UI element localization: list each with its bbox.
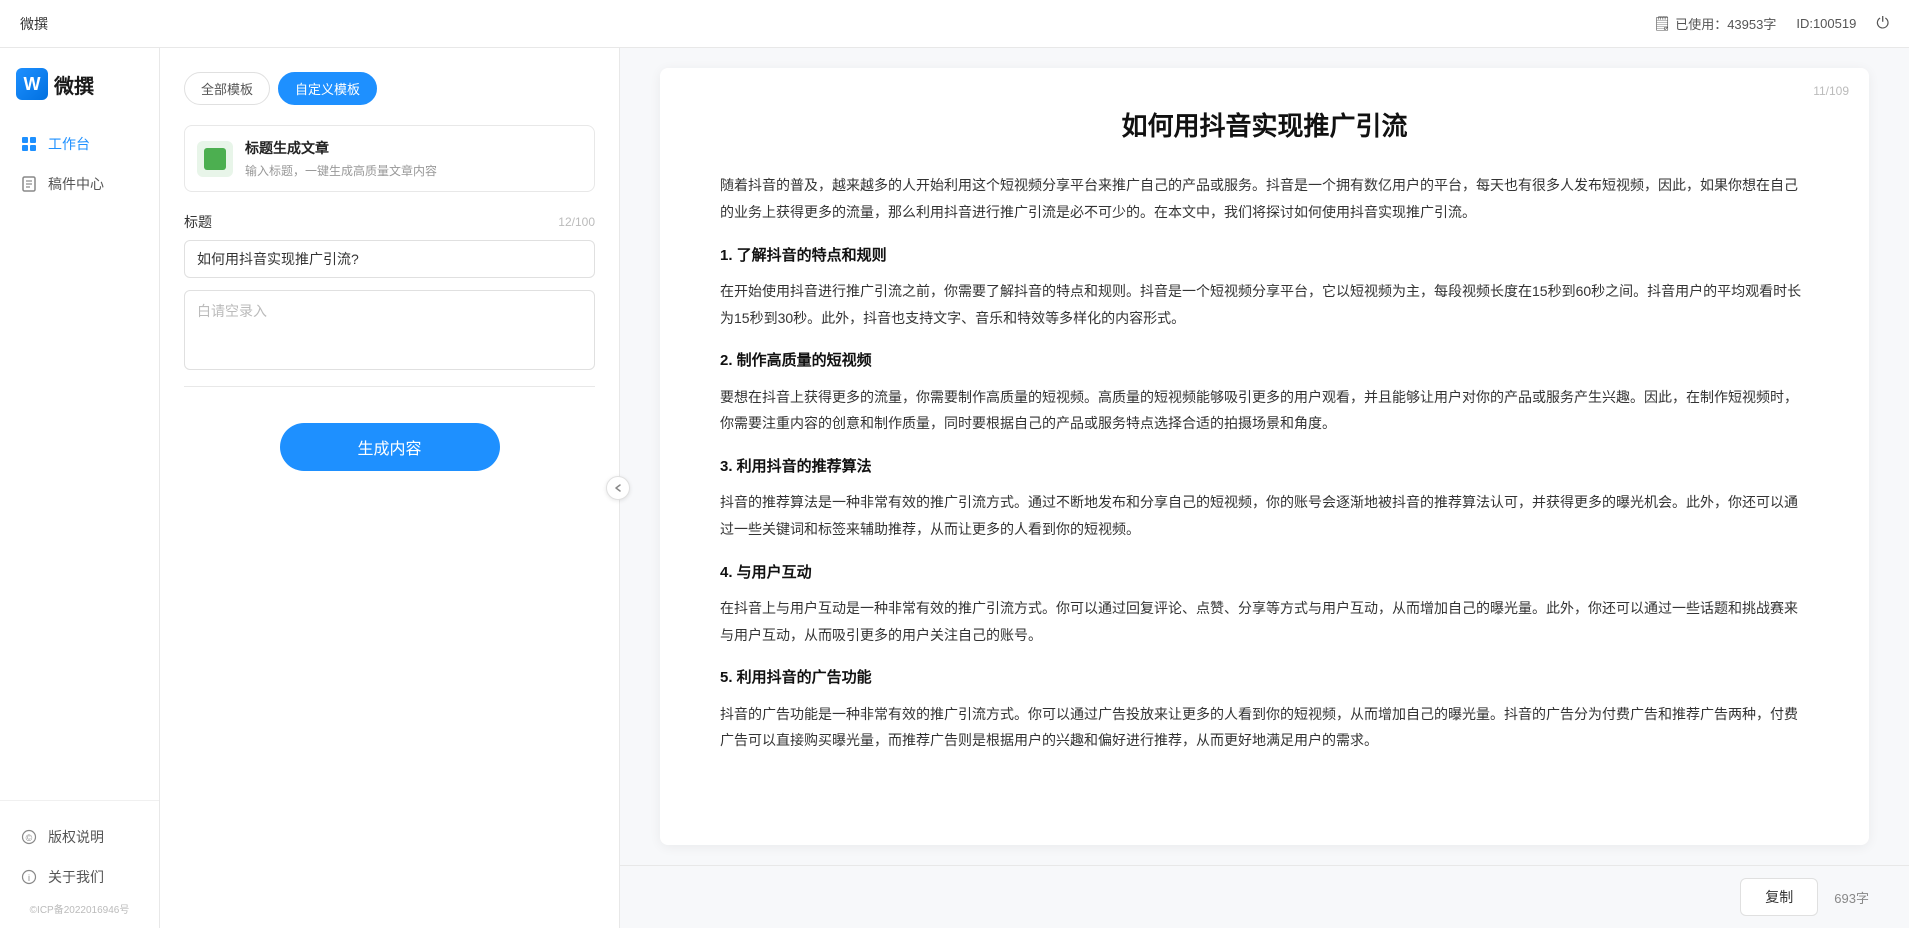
section-para-3: 抖音的推荐算法是一种非常有效的推广引流方式。通过不断地发布和分享自己的短视频，你… [720, 489, 1809, 542]
workbench-icon [20, 135, 38, 153]
title-input[interactable] [184, 240, 595, 278]
icp-text: ©ICP备2022016946号 [0, 897, 159, 920]
left-panel-footer: 生成内容 [184, 423, 595, 471]
template-card[interactable]: 标题生成文章 输入标题，一键生成高质量文章内容 [184, 125, 595, 192]
power-icon[interactable]: ⏻ [1876, 15, 1889, 33]
article-title: 如何用抖音实现推广引流 [720, 108, 1809, 144]
sidebar-nav: 工作台 稿件中心 [0, 116, 159, 800]
usage-label: 已使用：43953字 [1675, 14, 1776, 33]
left-panel: 全部模板 自定义模板 标题生成文章 输入标题，一键生成高质量文章内容 标题 12… [160, 48, 620, 928]
drafts-icon [20, 175, 38, 193]
about-label: 关于我们 [48, 867, 104, 887]
panel-divider [184, 386, 595, 387]
template-info: 标题生成文章 输入标题，一键生成高质量文章内容 [245, 138, 582, 179]
about-icon: i [20, 868, 38, 886]
word-count: 693字 [1834, 888, 1869, 907]
svg-text:©: © [26, 833, 33, 843]
title-field-section: 标题 12/100 [184, 212, 595, 278]
workbench-label: 工作台 [48, 134, 90, 154]
drafts-label: 稿件中心 [48, 174, 104, 194]
section-heading-2: 2. 制作高质量的短视频 [720, 347, 1809, 376]
section-heading-4: 4. 与用户互动 [720, 559, 1809, 588]
logo-text: 微撰 [54, 70, 94, 99]
id-label: ID:100519 [1796, 16, 1856, 31]
svg-text:i: i [28, 873, 30, 883]
page-info: 11/109 [1813, 84, 1849, 98]
content-area: 全部模板 自定义模板 标题生成文章 输入标题，一键生成高质量文章内容 标题 12… [160, 48, 1909, 928]
template-name: 标题生成文章 [245, 138, 582, 158]
topbar-right: 🗒 已使用：43953字 ID:100519 ⏻ [1653, 14, 1889, 33]
section-para-1: 在开始使用抖音进行推广引流之前，你需要了解抖音的特点和规则。抖音是一个短视频分享… [720, 278, 1809, 331]
tab-custom[interactable]: 自定义模板 [278, 72, 377, 105]
main-layout: W 微撰 工作台 [0, 48, 1909, 928]
section-para-2: 要想在抖音上获得更多的流量，你需要制作高质量的短视频。高质量的短视频能够吸引更多… [720, 384, 1809, 437]
placeholder-area[interactable]: 白请空录入 [184, 290, 595, 370]
topbar-title: 微撰 [20, 14, 48, 34]
article-intro: 随着抖音的普及，越来越多的人开始利用这个短视频分享平台来推广自己的产品或服务。抖… [720, 172, 1809, 225]
generate-button[interactable]: 生成内容 [280, 423, 500, 471]
section-heading-5: 5. 利用抖音的广告功能 [720, 664, 1809, 693]
tab-all[interactable]: 全部模板 [184, 72, 270, 105]
article-container: 11/109 如何用抖音实现推广引流 随着抖音的普及，越来越多的人开始利用这个短… [660, 68, 1869, 845]
template-icon-inner [204, 148, 226, 170]
placeholder-text: 白请空录入 [197, 303, 267, 319]
title-label: 标题 [184, 212, 212, 232]
section-heading-1: 1. 了解抖音的特点和规则 [720, 242, 1809, 271]
sidebar-logo: W 微撰 [0, 48, 159, 116]
article-body: 随着抖音的普及，越来越多的人开始利用这个短视频分享平台来推广自己的产品或服务。抖… [720, 172, 1809, 754]
sidebar-item-drafts[interactable]: 稿件中心 [0, 164, 159, 204]
sidebar: W 微撰 工作台 [0, 48, 160, 928]
right-panel-bottom: 复制 693字 [620, 865, 1909, 928]
collapse-arrow[interactable] [606, 476, 630, 500]
sidebar-bottom: © 版权说明 i 关于我们 ©ICP备2022016946号 [0, 800, 159, 928]
copyright-label: 版权说明 [48, 827, 104, 847]
title-count: 12/100 [558, 215, 595, 229]
template-icon [197, 141, 233, 177]
template-desc: 输入标题，一键生成高质量文章内容 [245, 162, 582, 179]
logo-icon: W [16, 68, 48, 100]
section-para-4: 在抖音上与用户互动是一种非常有效的推广引流方式。你可以通过回复评论、点赞、分享等… [720, 595, 1809, 648]
right-panel: 11/109 如何用抖音实现推广引流 随着抖音的普及，越来越多的人开始利用这个短… [620, 48, 1909, 928]
title-label-row: 标题 12/100 [184, 212, 595, 232]
sidebar-item-copyright[interactable]: © 版权说明 [0, 817, 159, 857]
sidebar-item-about[interactable]: i 关于我们 [0, 857, 159, 897]
copy-button[interactable]: 复制 [1740, 878, 1818, 916]
section-para-5: 抖音的广告功能是一种非常有效的推广引流方式。你可以通过广告投放来让更多的人看到你… [720, 701, 1809, 754]
usage-icon: 🗒 [1653, 15, 1671, 32]
copyright-icon: © [20, 828, 38, 846]
template-tabs: 全部模板 自定义模板 [184, 72, 595, 105]
usage-info: 🗒 已使用：43953字 [1653, 14, 1776, 33]
section-heading-3: 3. 利用抖音的推荐算法 [720, 453, 1809, 482]
topbar: 微撰 🗒 已使用：43953字 ID:100519 ⏻ [0, 0, 1909, 48]
sidebar-item-workbench[interactable]: 工作台 [0, 124, 159, 164]
